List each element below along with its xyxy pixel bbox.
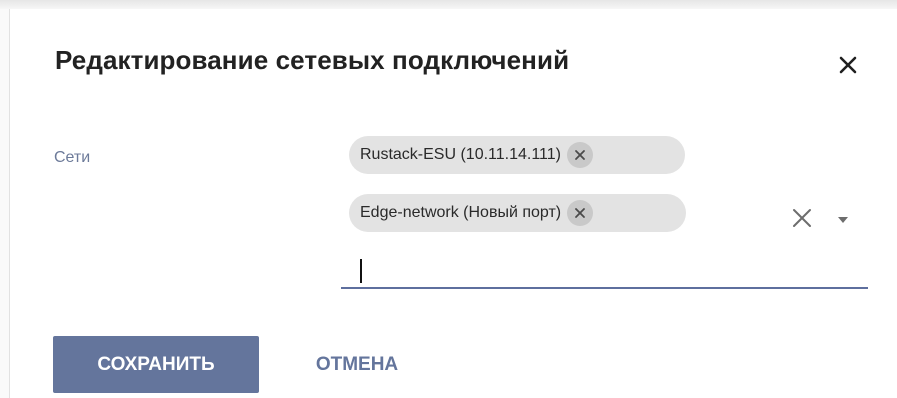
edit-network-connections-dialog: Редактирование сетевых подключений Сети … — [9, 9, 897, 398]
close-icon — [834, 51, 862, 79]
page: Редактирование сетевых подключений Сети … — [0, 0, 897, 398]
networks-label: Сети — [54, 149, 91, 166]
networks-search-input[interactable] — [341, 253, 868, 289]
caret-down-icon — [838, 217, 848, 223]
close-small-icon — [575, 208, 585, 218]
close-small-icon — [575, 150, 585, 160]
cancel-button[interactable]: ОТМЕНА — [292, 336, 422, 393]
dropdown-toggle[interactable] — [836, 212, 850, 223]
chip-label: Rustack-ESU (10.11.14.111) — [360, 146, 561, 163]
network-chip: Edge-network (Новый порт) — [349, 194, 686, 232]
text-cursor — [360, 259, 362, 283]
chip-remove-button[interactable] — [566, 142, 593, 168]
backdrop-edge — [0, 0, 897, 9]
save-button[interactable]: СОХРАНИТЬ — [53, 336, 259, 393]
clear-icon — [793, 209, 811, 227]
dialog-title: Редактирование сетевых подключений — [55, 45, 570, 75]
clear-selection-button[interactable] — [791, 207, 813, 229]
network-chip: Rustack-ESU (10.11.14.111) — [349, 136, 685, 174]
chip-remove-button[interactable] — [567, 200, 594, 226]
chip-label: Edge-network (Новый порт) — [360, 204, 562, 221]
close-dialog-button[interactable] — [834, 51, 862, 79]
